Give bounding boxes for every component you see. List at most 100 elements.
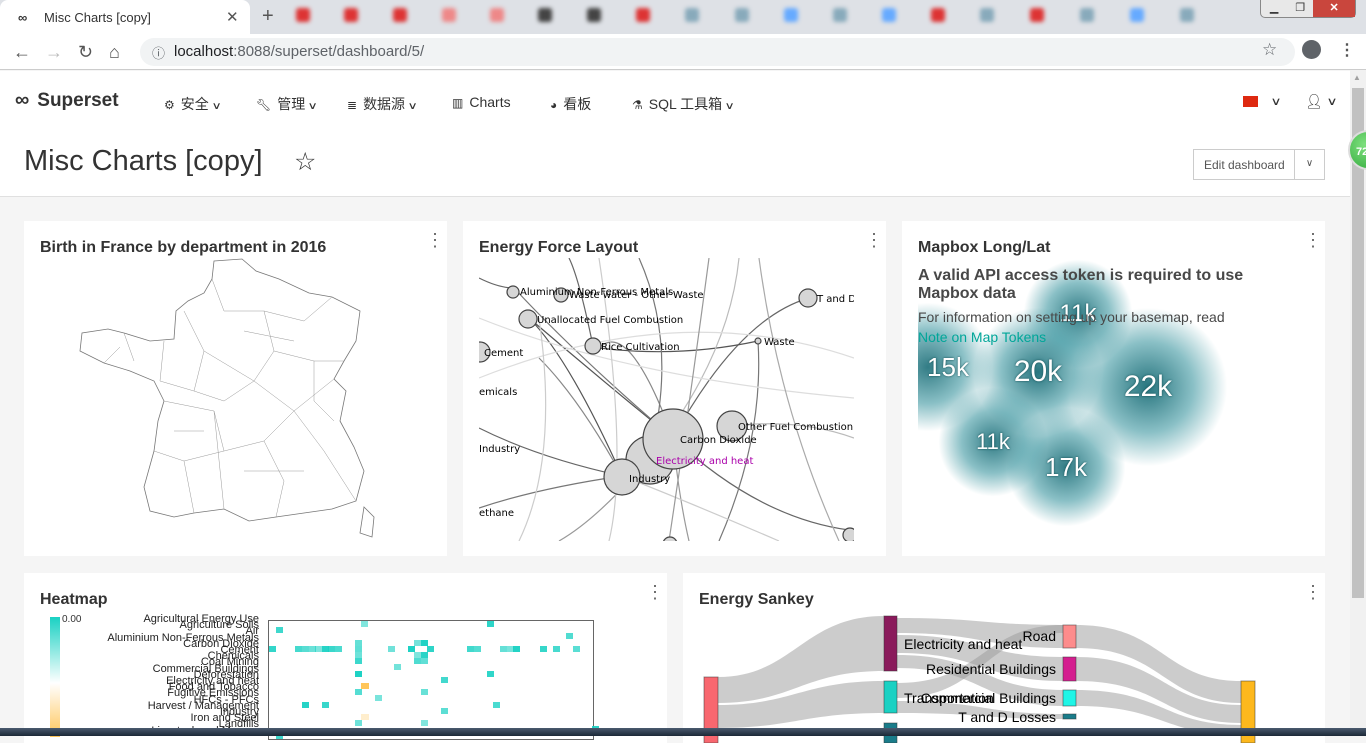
heatmap-cell[interactable] bbox=[275, 627, 283, 634]
cluster-bubble[interactable]: 17k bbox=[1006, 407, 1126, 527]
heatmap-cell[interactable] bbox=[440, 707, 448, 714]
map-tokens-link[interactable]: Note on Map Tokens bbox=[918, 329, 1046, 345]
account-icon[interactable] bbox=[1302, 40, 1321, 59]
chart-menu-icon[interactable]: ⋮ bbox=[865, 231, 883, 249]
heatmap-cell[interactable] bbox=[387, 645, 395, 652]
blurred-tab-icon[interactable] bbox=[393, 8, 407, 22]
info-icon[interactable]: ⓘ bbox=[152, 43, 165, 62]
force-layout-graph[interactable]: Aluminium Non-Ferrous Metals Waste water… bbox=[479, 258, 854, 541]
menu-dashboards[interactable]: ◕ 看板 bbox=[550, 94, 591, 114]
scroll-up-icon[interactable]: ▲ bbox=[1353, 73, 1361, 82]
chevron-down-icon: ∨ bbox=[407, 101, 418, 112]
bookmark-star-icon[interactable]: ☆ bbox=[1262, 40, 1277, 60]
blurred-tab-icon[interactable] bbox=[344, 8, 358, 22]
edit-dashboard-button[interactable]: Edit dashboard bbox=[1194, 150, 1295, 179]
heatmap-cell[interactable] bbox=[354, 652, 362, 658]
back-icon[interactable]: ← bbox=[13, 42, 31, 63]
heatmap-cell[interactable] bbox=[321, 701, 329, 708]
menu-sql-lab[interactable]: ⚗ SQL 工具箱 ∨ bbox=[632, 94, 735, 114]
blurred-tab-icon[interactable] bbox=[1180, 8, 1194, 22]
reload-icon[interactable]: ↻ bbox=[78, 42, 93, 63]
page-scrollbar[interactable]: ▲ bbox=[1350, 70, 1366, 736]
favorite-star-icon[interactable]: ☆ bbox=[294, 147, 316, 177]
blurred-tab-icon[interactable] bbox=[490, 8, 504, 22]
user-icon[interactable]: 👤︎ bbox=[1305, 93, 1323, 110]
bar-chart-icon: ▥ bbox=[452, 96, 464, 110]
menu-charts[interactable]: ▥ Charts bbox=[452, 94, 511, 110]
minimize-icon[interactable]: ▁ bbox=[1261, 0, 1287, 17]
heatmap-cell[interactable] bbox=[407, 645, 415, 652]
heatmap-cell[interactable] bbox=[354, 645, 362, 652]
france-map[interactable] bbox=[64, 251, 404, 551]
heatmap-cell[interactable] bbox=[552, 645, 560, 652]
heatmap-cell[interactable] bbox=[420, 720, 428, 727]
close-window-icon[interactable]: ✕ bbox=[1313, 0, 1355, 17]
blurred-tab-icon[interactable] bbox=[1080, 8, 1094, 22]
heatmap-cell[interactable] bbox=[354, 658, 362, 665]
chart-menu-icon[interactable]: ⋮ bbox=[1304, 231, 1322, 249]
menu-security[interactable]: ⚙ 安全 ∨ bbox=[164, 94, 222, 114]
blurred-tab-icon[interactable] bbox=[882, 8, 896, 22]
heatmap-cell[interactable] bbox=[420, 639, 428, 646]
heatmap-cell[interactable] bbox=[394, 664, 402, 671]
chart-menu-icon[interactable]: ⋮ bbox=[426, 231, 444, 249]
heatmap-cell[interactable] bbox=[269, 645, 276, 652]
heatmap-cell[interactable] bbox=[335, 645, 342, 652]
blurred-tab-icon[interactable] bbox=[931, 8, 945, 22]
brand-logo[interactable]: ∞ Superset bbox=[15, 89, 119, 112]
heatmap-cell[interactable] bbox=[539, 645, 547, 652]
heatmap-cell[interactable] bbox=[374, 695, 382, 702]
blurred-tab-icon[interactable] bbox=[587, 8, 601, 22]
chart-menu-icon[interactable]: ⋮ bbox=[646, 583, 664, 601]
heatmap-cell[interactable] bbox=[473, 645, 481, 652]
blurred-tab-icon[interactable] bbox=[685, 8, 699, 22]
language-chevron-down-icon[interactable]: ∨ bbox=[1270, 95, 1281, 108]
heatmap-cell[interactable] bbox=[361, 714, 370, 720]
heatmap-cell[interactable] bbox=[440, 676, 448, 683]
home-icon[interactable]: ⌂ bbox=[109, 42, 120, 63]
cn-flag-icon[interactable] bbox=[1243, 96, 1258, 107]
url-input[interactable]: ⓘ localhost:8088/superset/dashboard/5/ ☆ bbox=[140, 38, 1295, 66]
heatmap-cell[interactable] bbox=[420, 652, 428, 658]
user-chevron-down-icon[interactable]: ∨ bbox=[1326, 95, 1337, 108]
heatmap-cell[interactable] bbox=[572, 645, 580, 652]
heatmap-cell[interactable] bbox=[354, 670, 362, 677]
heatmap-cell[interactable] bbox=[354, 720, 362, 727]
blurred-tab-icon[interactable] bbox=[980, 8, 994, 22]
heatmap-cell[interactable] bbox=[420, 689, 428, 696]
blurred-tab-icon[interactable] bbox=[442, 8, 456, 22]
heatmap-cell[interactable] bbox=[493, 701, 501, 708]
blurred-tab-icon[interactable] bbox=[636, 8, 650, 22]
heatmap-plot[interactable] bbox=[268, 620, 600, 740]
blurred-tab-icon[interactable] bbox=[1130, 8, 1144, 22]
blurred-tab-icon[interactable] bbox=[735, 8, 749, 22]
node-label: Unallocated Fuel Combustion bbox=[537, 315, 683, 326]
blurred-tab-icon[interactable] bbox=[1030, 8, 1044, 22]
more-icon[interactable]: ⋮ bbox=[1339, 40, 1355, 60]
heatmap-cell[interactable] bbox=[361, 683, 370, 689]
heatmap-cell[interactable] bbox=[486, 670, 494, 677]
heatmap-cell[interactable] bbox=[420, 658, 428, 665]
heatmap-cell[interactable] bbox=[566, 633, 573, 640]
menu-sources[interactable]: ≣ 数据源 ∨ bbox=[347, 94, 418, 114]
heatmap-cell[interactable] bbox=[427, 645, 435, 652]
dashboard-title[interactable]: Misc Charts [copy] bbox=[24, 145, 263, 178]
menu-manage[interactable]: 🔧︎ 管理 ∨ bbox=[256, 94, 318, 114]
browser-tab[interactable]: ∞ Misc Charts [copy] ✕ bbox=[0, 0, 250, 34]
blurred-tab-icon[interactable] bbox=[296, 8, 310, 22]
blurred-tab-icon[interactable] bbox=[538, 8, 552, 22]
blurred-tab-icon[interactable] bbox=[833, 8, 847, 22]
blurred-tab-icon[interactable] bbox=[784, 8, 798, 22]
heatmap-cell[interactable] bbox=[486, 621, 494, 627]
heatmap-cell[interactable] bbox=[302, 701, 309, 708]
heatmap-cell[interactable] bbox=[361, 621, 369, 627]
more-actions-chevron-down-icon[interactable]: ∨ bbox=[1295, 150, 1324, 179]
sankey-diagram[interactable]: Electricity and heat Transportation Road… bbox=[683, 573, 1325, 743]
heatmap-cell[interactable] bbox=[513, 645, 521, 652]
heatmap-cell[interactable] bbox=[354, 639, 362, 646]
forward-icon[interactable]: → bbox=[45, 42, 63, 63]
restore-icon[interactable]: ❐ bbox=[1287, 0, 1313, 17]
heatmap-cell[interactable] bbox=[354, 689, 362, 696]
new-tab-icon[interactable]: + bbox=[262, 5, 274, 28]
close-tab-icon[interactable]: ✕ bbox=[226, 8, 239, 26]
